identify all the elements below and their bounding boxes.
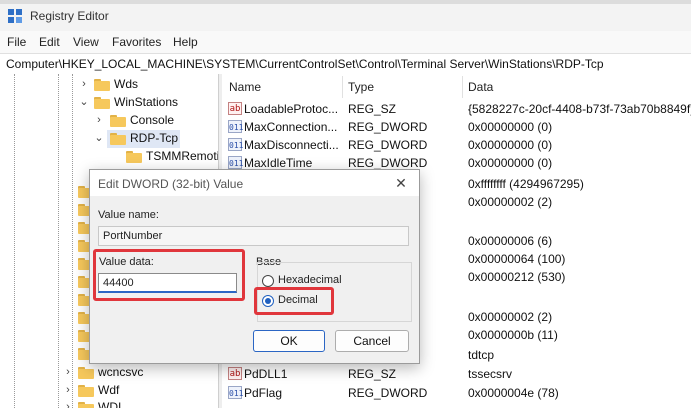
registry-editor-icon: [8, 9, 22, 23]
column-header-data[interactable]: Data: [468, 74, 493, 100]
string-value-icon: ab: [228, 102, 242, 115]
value-row[interactable]: 011 MaxDisconnecti... REG_DWORD 0x000000…: [222, 136, 691, 154]
value-data: 0xffffffff (4294967295): [468, 177, 584, 191]
value-data: 0x0000000b (11): [468, 328, 558, 342]
value-data: tdtcp: [468, 348, 495, 362]
value-data: 0x00000002 (2): [468, 310, 553, 324]
menu-view[interactable]: View: [73, 35, 99, 49]
value-row[interactable]: 011 PdFlag REG_DWORD 0x0000004e (78): [222, 384, 691, 402]
folder-icon: [78, 367, 94, 379]
address-bar[interactable]: Computer\HKEY_LOCAL_MACHINE\SYSTEM\Curre…: [0, 53, 691, 75]
binary-value-icon: 011: [228, 156, 243, 169]
cancel-button[interactable]: Cancel: [335, 330, 409, 352]
value-name: MaxConnection...: [244, 120, 338, 134]
chevron-down-icon[interactable]: ⌄: [79, 95, 89, 109]
chevron-right-icon[interactable]: ›: [79, 77, 89, 91]
value-type: REG_DWORD: [348, 138, 428, 152]
binary-value-icon: 011: [228, 138, 243, 151]
hexadecimal-label[interactable]: Hexadecimal: [278, 274, 342, 286]
column-header-type[interactable]: Type: [348, 74, 374, 100]
tree-item-label: Wds: [114, 77, 138, 91]
address-path[interactable]: Computer\HKEY_LOCAL_MACHINE\SYSTEM\Curre…: [6, 57, 604, 71]
value-type: REG_DWORD: [348, 156, 428, 170]
chevron-right-icon[interactable]: ›: [63, 365, 73, 379]
menu-favorites[interactable]: Favorites: [112, 35, 161, 49]
folder-open-icon: [94, 97, 110, 109]
value-data: 0x0000004e (78): [468, 386, 559, 400]
window-title: Registry Editor: [30, 9, 109, 23]
folder-icon: [126, 151, 142, 163]
value-type: REG_SZ: [348, 367, 397, 381]
title-bar: Registry Editor: [0, 0, 691, 31]
chevron-right-icon[interactable]: ›: [63, 400, 73, 408]
value-data: {5828227c-20cf-4408-b73f-73ab70b8849f}: [468, 102, 691, 116]
value-data: 0x00000212 (530): [468, 270, 566, 284]
value-name-field: PortNumber: [98, 226, 409, 246]
tree-item-label: Wdf: [98, 383, 120, 397]
menu-bar: File Edit View Favorites Help: [0, 31, 691, 53]
value-row[interactable]: ab LoadableProtoc... REG_SZ {5828227c-20…: [222, 100, 691, 118]
tree-item-rdp-tcp[interactable]: ⌄ RDP-Tcp: [0, 130, 218, 148]
value-data: 0x00000000 (0): [468, 156, 553, 170]
value-type: REG_DWORD: [348, 386, 428, 400]
tree-item-wdf[interactable]: › Wdf: [0, 382, 218, 400]
menu-edit[interactable]: Edit: [39, 35, 60, 49]
ok-button[interactable]: OK: [253, 330, 325, 352]
value-name: PdDLL1: [244, 367, 288, 381]
tree-item-label: TSMMRemotingAllowedApps: [146, 149, 218, 163]
tree-item-wds[interactable]: › Wds: [0, 76, 218, 94]
tree-item-label: WinStations: [114, 95, 179, 109]
string-value-icon: ab: [228, 367, 242, 380]
tree-item-winstations[interactable]: ⌄ WinStations: [0, 94, 218, 112]
value-data: 0x00000000 (0): [468, 120, 553, 134]
menu-help[interactable]: Help: [173, 35, 198, 49]
tree-item-label: Console: [130, 113, 175, 127]
value-data: 0x00000006 (6): [468, 234, 553, 248]
chevron-down-icon[interactable]: ⌄: [94, 131, 104, 145]
edit-dword-dialog: Edit DWORD (32-bit) Value ✕ Value name: …: [89, 169, 420, 364]
tree-item-wdi[interactable]: › WDI: [0, 399, 218, 408]
value-row[interactable]: 011 MaxConnection... REG_DWORD 0x0000000…: [222, 118, 691, 136]
value-data: 0x00000000 (0): [468, 138, 553, 152]
value-name: PdFlag: [244, 386, 283, 400]
column-divider[interactable]: [342, 76, 343, 98]
chevron-right-icon[interactable]: ›: [63, 383, 73, 397]
value-name-label: Value name:: [98, 209, 159, 221]
close-icon[interactable]: ✕: [389, 173, 413, 193]
value-data: 0x00000064 (100): [468, 252, 566, 266]
tree-item-label: RDP-Tcp: [130, 131, 179, 145]
binary-value-icon: 011: [228, 120, 243, 133]
folder-open-icon: [110, 133, 126, 145]
value-data: 0x00000002 (2): [468, 195, 553, 209]
tree-item-tsmmremoting[interactable]: TSMMRemotingAllowedApps: [0, 148, 218, 166]
dialog-title-bar[interactable]: Edit DWORD (32-bit) Value ✕: [90, 170, 419, 196]
value-data-highlight: [93, 249, 245, 301]
column-divider[interactable]: [462, 76, 463, 98]
folder-icon: [78, 385, 94, 397]
binary-value-icon: 011: [228, 386, 243, 399]
folder-icon: [78, 402, 94, 408]
dialog-title: Edit DWORD (32-bit) Value: [98, 177, 244, 191]
value-type: REG_SZ: [348, 102, 397, 116]
background-window-strip: [0, 0, 691, 4]
value-data: tssecsrv: [468, 367, 513, 381]
tree-item-label: wcncsvc: [98, 365, 144, 379]
folder-icon: [110, 115, 126, 127]
value-type: REG_DWORD: [348, 120, 428, 134]
decimal-highlight: [254, 287, 334, 315]
menu-file[interactable]: File: [7, 35, 26, 49]
folder-icon: [94, 79, 110, 91]
tree-item-label: WDI: [98, 400, 122, 408]
tree-item-wcncsvc[interactable]: › wcncsvc: [0, 364, 218, 382]
value-name: MaxDisconnecti...: [244, 138, 339, 152]
column-header-name[interactable]: Name: [229, 74, 261, 100]
hexadecimal-radio[interactable]: [262, 275, 274, 287]
chevron-right-icon[interactable]: ›: [94, 113, 104, 127]
value-name-text: PortNumber: [103, 230, 163, 242]
tree-item-console[interactable]: › Console: [0, 112, 218, 130]
value-name: LoadableProtoc...: [244, 102, 339, 116]
value-row[interactable]: ab PdDLL1 REG_SZ tssecsrv: [222, 365, 691, 383]
value-name: MaxIdleTime: [244, 156, 313, 170]
